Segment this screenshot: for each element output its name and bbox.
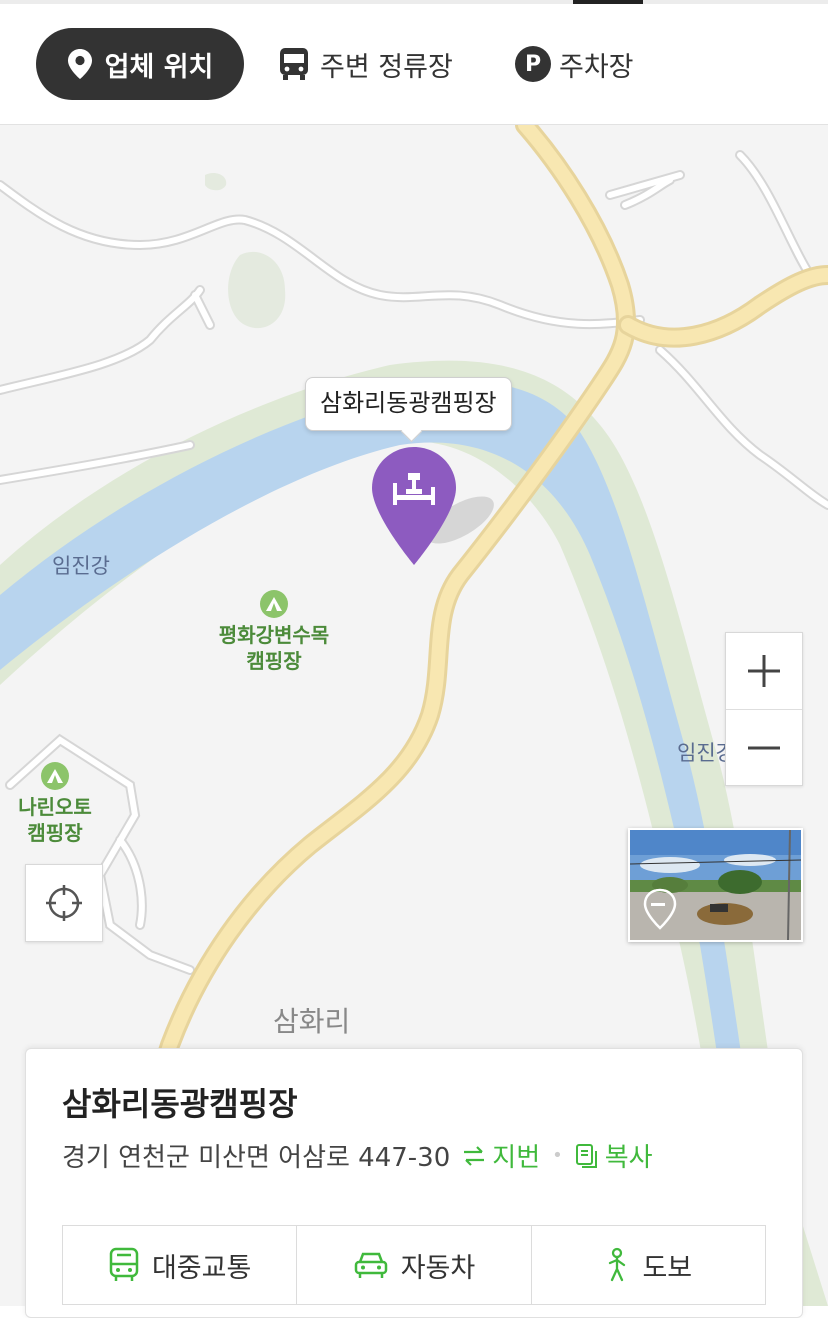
poi-label: 나린오토	[18, 795, 92, 819]
poi-label: 평화강변수목	[218, 623, 330, 647]
tab-nearby-stops[interactable]: 주변 정류장	[278, 28, 453, 100]
tab-label: 업체 위치	[104, 51, 214, 83]
place-address-row: 경기 연천군 미산면 어삼로 447-30 지번 • 복사	[62, 1137, 653, 1174]
bus-icon	[280, 48, 308, 80]
directions-modes: 대중교통 자동차 도보	[62, 1225, 766, 1305]
car-directions-button[interactable]: 자동차	[297, 1226, 532, 1304]
tab-label: 주차장	[559, 51, 634, 83]
zoom-out-button[interactable]	[726, 710, 802, 786]
minus-icon	[748, 746, 780, 750]
copy-icon	[575, 1143, 597, 1168]
tent-icon	[41, 762, 69, 790]
mode-label: 대중교통	[151, 1252, 252, 1284]
zoom-in-button[interactable]	[726, 633, 802, 709]
current-location-button[interactable]	[25, 864, 103, 942]
river-label: 임진강	[677, 741, 728, 765]
transit-directions-button[interactable]: 대중교통	[63, 1226, 298, 1304]
parking-icon: P	[515, 46, 551, 82]
poi-label: 캠핑장	[246, 649, 302, 673]
tab-business-location[interactable]: 업체 위치	[36, 28, 244, 100]
lot-number-label: 지번	[492, 1143, 541, 1173]
lot-number-toggle[interactable]: 지번	[462, 1137, 540, 1174]
crosshair-icon	[46, 885, 82, 921]
place-callout[interactable]: 삼화리동광캠핑장	[305, 377, 512, 431]
place-marker[interactable]	[370, 445, 458, 571]
zoom-controls	[725, 632, 803, 786]
place-title: 삼화리동광캠핑장	[62, 1085, 298, 1123]
location-pin-icon	[67, 49, 92, 79]
walk-icon	[609, 1247, 626, 1282]
tab-label: 주변 정류장	[320, 51, 453, 83]
bus-icon	[109, 1247, 139, 1281]
copy-address-button[interactable]: 복사	[575, 1137, 653, 1174]
tent-icon	[260, 590, 288, 618]
separator-dot: •	[552, 1145, 563, 1166]
plus-icon	[748, 655, 780, 687]
place-info-card: 삼화리동광캠핑장 경기 연천군 미산면 어삼로 447-30 지번 • 복사 대…	[25, 1048, 803, 1318]
place-address: 경기 연천군 미산면 어삼로 447-30	[62, 1143, 451, 1173]
poi-campground[interactable]: 나린오토 캠핑장	[5, 762, 105, 846]
poi-campground[interactable]: 평화강변수목 캠핑장	[205, 590, 343, 674]
mode-label: 자동차	[400, 1252, 476, 1284]
mode-label: 도보	[642, 1252, 693, 1284]
swap-icon	[464, 1145, 485, 1166]
village-label: 삼화리	[273, 1005, 351, 1038]
walk-directions-button[interactable]: 도보	[532, 1226, 765, 1304]
copy-label: 복사	[604, 1143, 653, 1173]
tab-parking[interactable]: P 주차장	[515, 28, 634, 100]
car-icon	[354, 1252, 387, 1278]
map-tab-bar: 업체 위치 주변 정류장 P 주차장	[0, 4, 828, 125]
street-view-thumbnail[interactable]	[628, 828, 803, 942]
poi-label: 캠핑장	[27, 821, 83, 845]
river-label: 임진강	[52, 554, 110, 578]
